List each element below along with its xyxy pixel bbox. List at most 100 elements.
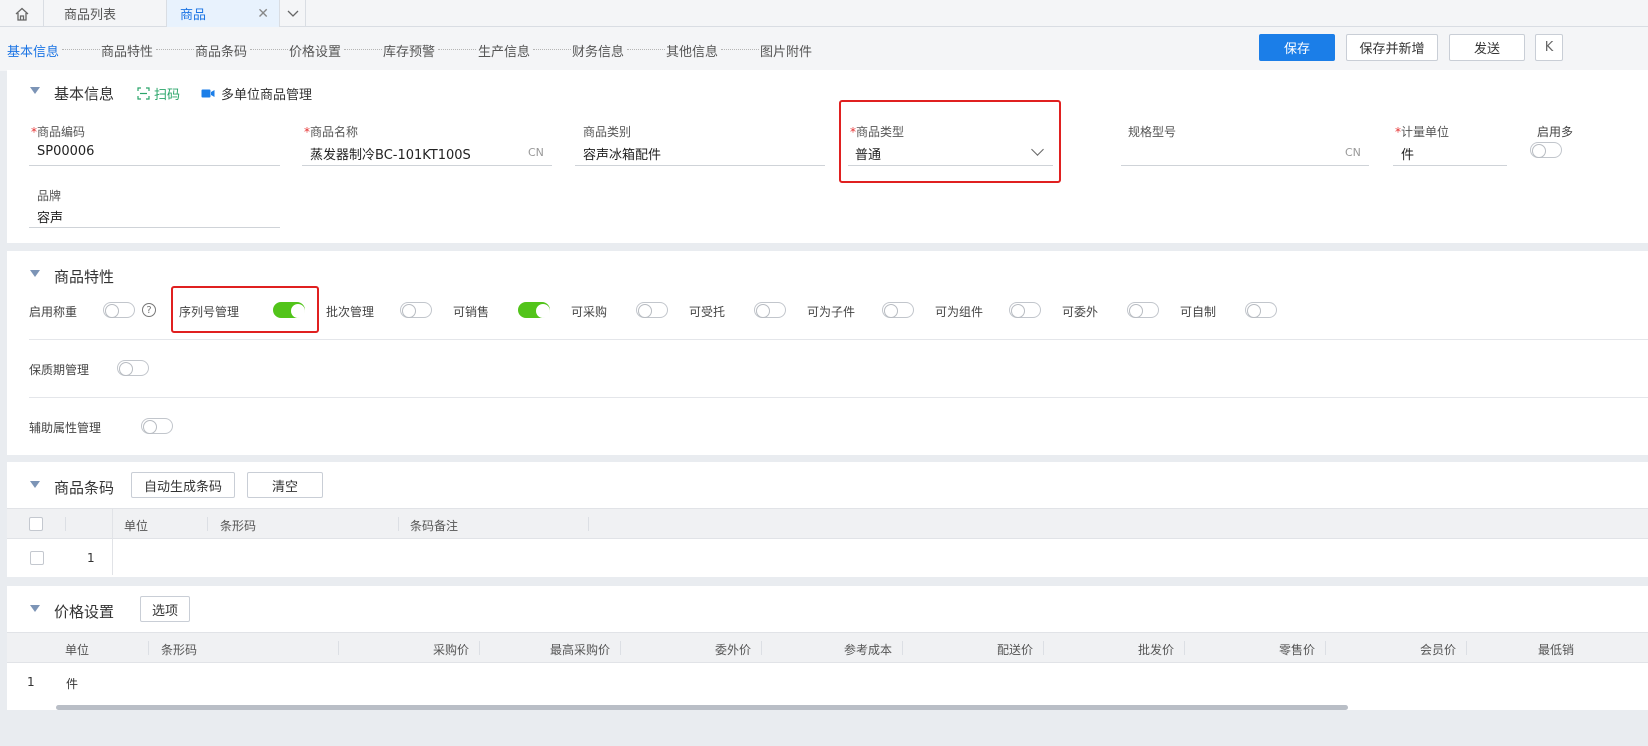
- column-separator: [1466, 641, 1467, 655]
- field-label: *计量单位: [1395, 125, 1450, 139]
- divider: [29, 397, 1648, 398]
- row-checkbox[interactable]: [30, 551, 44, 565]
- column-header[interactable]: 条形码: [161, 641, 197, 658]
- unit-field[interactable]: *计量单位 件: [1393, 123, 1507, 168]
- anchor-barcode[interactable]: 商品条码: [195, 41, 247, 60]
- batch-toggle[interactable]: [400, 302, 432, 318]
- barcode-header[interactable]: 商品条码: [30, 477, 114, 498]
- component-toggle[interactable]: [1009, 302, 1041, 318]
- section-title: 价格设置: [54, 603, 115, 621]
- options-button[interactable]: 选项: [140, 596, 190, 622]
- column-header[interactable]: 零售价: [1193, 641, 1315, 658]
- feature-label: 可采购: [571, 305, 608, 319]
- sellable-toggle[interactable]: [518, 302, 550, 318]
- column-separator: [479, 641, 480, 655]
- collapse-triangle-icon: [30, 605, 40, 612]
- product-category-field[interactable]: 商品类别 容声冰箱配件: [575, 123, 825, 168]
- column-header[interactable]: 会员价: [1334, 641, 1456, 658]
- tab-product-list[interactable]: 商品列表: [44, 0, 167, 27]
- column-header[interactable]: 采购价: [347, 641, 469, 658]
- anchor-finance[interactable]: 财务信息: [572, 41, 624, 60]
- row-index: 1: [87, 551, 95, 565]
- column-header[interactable]: 单位: [124, 517, 148, 534]
- column-separator: [207, 517, 208, 531]
- column-header[interactable]: 条形码: [220, 517, 256, 534]
- column-header[interactable]: 最高采购价: [488, 641, 610, 658]
- row-unit: 件: [66, 677, 79, 691]
- column-header[interactable]: 单位: [65, 641, 89, 658]
- brand-value: 容声: [37, 211, 64, 226]
- price-header[interactable]: 价格设置: [30, 601, 114, 622]
- lang-badge[interactable]: CN: [1345, 146, 1361, 159]
- enable-multi-unit-toggle[interactable]: [1530, 142, 1562, 158]
- lang-badge[interactable]: CN: [528, 146, 544, 159]
- highlight-box: [171, 286, 319, 333]
- purchasable-toggle[interactable]: [636, 302, 668, 318]
- weighing-toggle[interactable]: [103, 302, 135, 318]
- anchor-production[interactable]: 生产信息: [478, 41, 530, 60]
- tab-more-button[interactable]: [280, 0, 306, 27]
- column-header[interactable]: 参考成本: [770, 641, 892, 658]
- home-tab[interactable]: [0, 0, 44, 27]
- section-title: 商品条码: [54, 479, 115, 497]
- anchor-nav: 基本信息 商品特性 商品条码 价格设置 库存预警 生产信息 财务信息 其他信息 …: [0, 27, 1648, 71]
- product-code-field[interactable]: *商品编码 SP00006: [29, 123, 280, 168]
- consignable-toggle[interactable]: [754, 302, 786, 318]
- anchor-divider: [62, 49, 100, 50]
- aux-attr-toggle[interactable]: [141, 418, 173, 434]
- send-button[interactable]: 发送: [1449, 34, 1525, 61]
- column-header[interactable]: 条码备注: [410, 517, 458, 534]
- auto-generate-barcode-button[interactable]: 自动生成条码: [131, 472, 235, 498]
- features-header[interactable]: 商品特性: [30, 266, 114, 287]
- collapse-button[interactable]: K: [1535, 34, 1563, 61]
- horizontal-scrollbar[interactable]: [56, 705, 1348, 710]
- subpart-toggle[interactable]: [882, 302, 914, 318]
- field-underline: [1393, 165, 1507, 166]
- product-name-field[interactable]: *商品名称 蒸发器制冷BC-101KT100S CN: [302, 123, 552, 168]
- feature-label: 可为组件: [935, 305, 984, 319]
- highlight-box: [839, 100, 1061, 183]
- anchor-other[interactable]: 其他信息: [666, 41, 718, 60]
- outsource-toggle[interactable]: [1127, 302, 1159, 318]
- section-title: 基本信息: [54, 85, 115, 103]
- field-underline: [1121, 165, 1369, 166]
- anchor-attachments[interactable]: 图片附件: [760, 41, 812, 60]
- clear-button[interactable]: 清空: [247, 472, 323, 498]
- basic-info-section: 基本信息 扫码 多单位商品管理 *商品编码 SP00006 *商品名称 蒸发器制…: [7, 70, 1648, 243]
- price-section: 价格设置 选项 单位 条形码 采购价 最高采购价 委外价 参考成本 配送价 批发…: [7, 586, 1648, 710]
- field-label: *商品名称: [304, 125, 359, 139]
- barcode-section: 商品条码 自动生成条码 清空 单位 条形码 条码备注 1: [7, 462, 1648, 577]
- column-header[interactable]: 最低销: [1538, 641, 1574, 658]
- column-header[interactable]: 配送价: [911, 641, 1033, 658]
- anchor-features[interactable]: 商品特性: [101, 41, 153, 60]
- basic-info-header[interactable]: 基本信息: [30, 83, 114, 104]
- anchor-price[interactable]: 价格设置: [289, 41, 341, 60]
- column-header[interactable]: 委外价: [629, 641, 751, 658]
- scan-button[interactable]: 扫码: [137, 84, 180, 103]
- anchor-divider: [156, 49, 194, 50]
- anchor-divider: [627, 49, 665, 50]
- brand-field[interactable]: 品牌 容声: [29, 187, 280, 232]
- table-row[interactable]: 1: [7, 540, 1648, 576]
- shelf-life-toggle[interactable]: [117, 360, 149, 376]
- save-button[interactable]: 保存: [1259, 34, 1335, 61]
- close-icon[interactable]: ✕: [257, 6, 269, 22]
- collapse-triangle-icon: [30, 87, 40, 94]
- select-all-checkbox[interactable]: [29, 517, 43, 531]
- table-row[interactable]: 1 件: [7, 664, 1648, 700]
- spec-model-field[interactable]: 规格型号 CN: [1121, 123, 1369, 168]
- save-and-new-button[interactable]: 保存并新增: [1346, 34, 1438, 61]
- tab-product-label: 商品: [180, 8, 207, 23]
- column-header[interactable]: 批发价: [1052, 641, 1174, 658]
- anchor-divider: [721, 49, 759, 50]
- tab-product[interactable]: 商品 ✕: [167, 0, 280, 27]
- anchor-stock-alert[interactable]: 库存预警: [383, 41, 435, 60]
- column-separator: [148, 641, 149, 655]
- anchor-divider: [438, 49, 476, 50]
- multi-unit-button[interactable]: 多单位商品管理: [201, 84, 312, 103]
- anchor-basic-info[interactable]: 基本信息: [7, 41, 59, 60]
- help-icon[interactable]: ?: [142, 303, 156, 317]
- field-label: 品牌: [37, 189, 62, 203]
- self-made-toggle[interactable]: [1245, 302, 1277, 318]
- features-section: 商品特性 启用称重 ? 序列号管理 批次管理 可销售 可采购 可受托 可为子件 …: [7, 251, 1648, 455]
